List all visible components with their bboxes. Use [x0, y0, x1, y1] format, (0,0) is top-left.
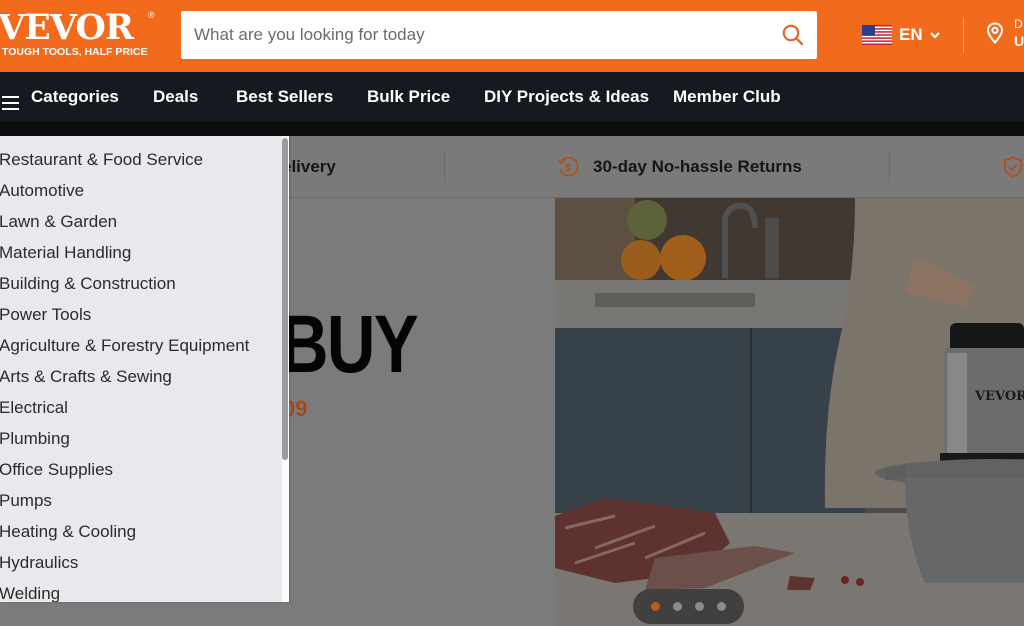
nav-shadow	[0, 122, 1024, 136]
category-item[interactable]: Material Handling	[0, 237, 131, 268]
svg-text:$: $	[565, 163, 571, 175]
main-nav: Categories Deals Best Sellers Bulk Price…	[0, 72, 1024, 122]
nav-categories-label: Categories	[31, 87, 119, 106]
search-input[interactable]	[181, 11, 761, 59]
carousel-dot-3[interactable]	[695, 602, 704, 611]
dim-overlay	[555, 198, 1024, 626]
trust-divider	[889, 152, 890, 182]
category-item[interactable]: Welding	[0, 578, 60, 602]
nav-deals[interactable]: Deals	[153, 65, 198, 115]
language-label: EN	[899, 25, 923, 44]
logo-registered-mark: ®	[148, 10, 155, 20]
nav-best-sellers[interactable]: Best Sellers	[236, 65, 333, 115]
category-item[interactable]: Hydraulics	[0, 547, 78, 578]
trust-item-delivery: elivery	[282, 157, 336, 176]
trust-item-returns: 30-day No-hassle Returns	[593, 157, 802, 176]
category-item[interactable]: Power Tools	[0, 299, 91, 330]
category-item[interactable]: Building & Construction	[0, 268, 176, 299]
carousel-dot-1[interactable]	[651, 602, 660, 611]
carousel-dot-2[interactable]	[673, 602, 682, 611]
location-value: U	[1014, 33, 1024, 49]
dollar-return-icon: $	[557, 156, 579, 177]
trust-divider	[444, 152, 445, 182]
search-icon[interactable]	[781, 23, 805, 47]
carousel-pagination	[633, 589, 744, 624]
category-item[interactable]: Automotive	[0, 175, 84, 206]
deliver-to-location[interactable]: D U	[986, 17, 1024, 49]
category-item[interactable]: Restaurant & Food Service	[0, 144, 203, 175]
search-bar	[181, 11, 817, 59]
category-item[interactable]: Plumbing	[0, 423, 70, 454]
hamburger-menu-icon	[2, 96, 19, 111]
hero-product-image[interactable]: VEVOR	[555, 198, 1024, 626]
shield-check-icon	[1004, 156, 1022, 178]
vevor-logo[interactable]: VEVOR ® TOUGH TOOLS, HALF PRICE	[0, 6, 160, 62]
category-item[interactable]: Electrical	[0, 392, 68, 423]
nav-diy-projects[interactable]: DIY Projects & Ideas	[484, 65, 649, 115]
category-item[interactable]: Pumps	[0, 485, 52, 516]
carousel-dot-4[interactable]	[717, 602, 726, 611]
language-selector[interactable]: EN	[862, 22, 941, 48]
category-item[interactable]: Arts & Crafts & Sewing	[0, 361, 172, 392]
category-item[interactable]: Heating & Cooling	[0, 516, 136, 547]
logo-wordmark: VEVOR	[0, 7, 134, 48]
chevron-down-icon	[929, 32, 940, 39]
category-item[interactable]: Agriculture & Forestry Equipment	[0, 330, 249, 361]
location-pin-icon	[986, 22, 1004, 44]
hero-headline: BUY	[280, 299, 419, 390]
nav-member-club[interactable]: Member Club	[673, 65, 781, 115]
nav-bulk-price[interactable]: Bulk Price	[367, 65, 450, 115]
categories-scrollbar-thumb[interactable]	[282, 138, 288, 460]
location-label: D	[1014, 17, 1023, 31]
top-header: VEVOR ® TOUGH TOOLS, HALF PRICE EN	[0, 0, 1024, 72]
nav-categories[interactable]: Categories	[0, 72, 119, 122]
us-flag-icon	[862, 25, 892, 45]
category-item[interactable]: Office Supplies	[0, 454, 113, 485]
logo-tagline: TOUGH TOOLS, HALF PRICE	[2, 46, 148, 58]
header-divider	[963, 17, 964, 53]
categories-dropdown: Restaurant & Food Service Automotive Law…	[0, 136, 289, 602]
category-item[interactable]: Lawn & Garden	[0, 206, 117, 237]
